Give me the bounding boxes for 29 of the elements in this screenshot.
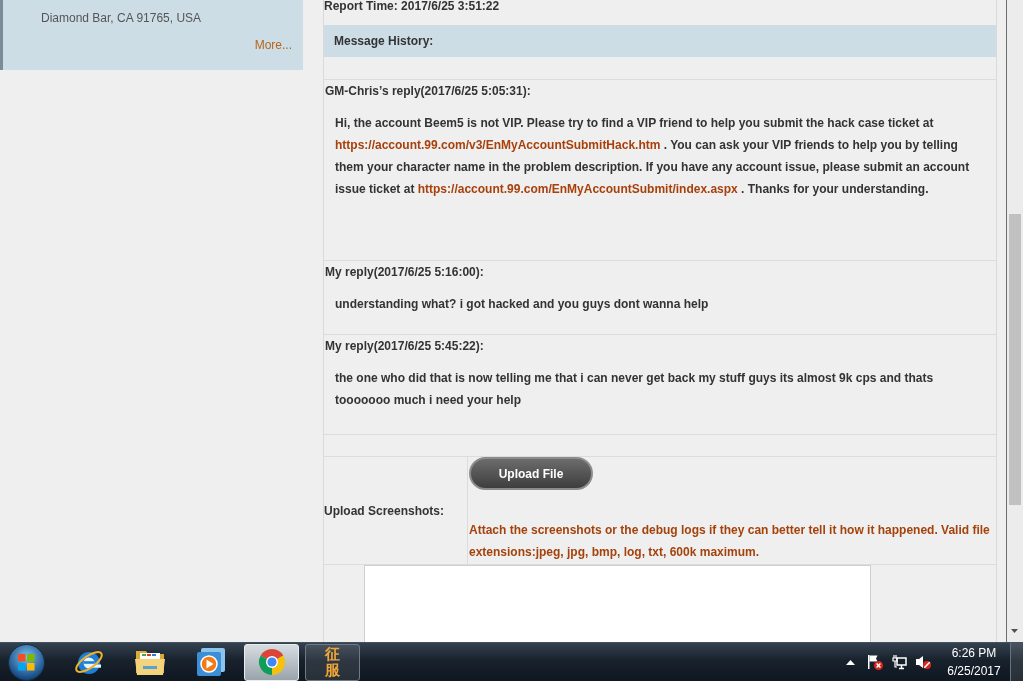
caret-up-icon[interactable] bbox=[846, 659, 855, 665]
scrollbar-thumb[interactable] bbox=[1009, 214, 1021, 505]
network-icon[interactable] bbox=[892, 654, 907, 670]
taskbar-button[interactable] bbox=[244, 643, 299, 681]
more-link[interactable]: More... bbox=[254, 38, 292, 52]
reply-header: My reply(2017/6/25 5:45:22): bbox=[325, 338, 484, 355]
reply-header: My reply(2017/6/25 5:16:00): bbox=[325, 264, 484, 281]
message-text: Hi, the account Beem5 is not VIP. Please try to find a VIP friend to help you submit the hack case ticket at https://account.99.com/v3/EnMyAccountSubmitHack.htm . You can ask your VIP friends to help you by telling them your character name in the problem description. If you have any account issue, please submit an account issue ticket at https://account.99.com/EnMyAccountSubmit/index.aspx . Thanks for your understanding. bbox=[335, 115, 971, 198]
show-desktop-button[interactable] bbox=[1010, 643, 1023, 681]
clock-date: 6/25/2017 bbox=[947, 663, 1001, 680]
taskbar-button[interactable]: 征服 bbox=[305, 643, 360, 681]
section-title: Message History: bbox=[334, 34, 434, 48]
link[interactable]: https://account.99.com/EnMyAccountSubmit/index.aspx bbox=[417, 182, 738, 196]
play-tile-icon[interactable] bbox=[195, 647, 226, 677]
flag-icon[interactable] bbox=[867, 654, 883, 670]
field-label: Upload Screenshots: bbox=[324, 503, 445, 518]
clock-time: 6:26 PM bbox=[951, 645, 997, 662]
reply-header: GM-Chris’s reply(2017/6/25 5:05:31): bbox=[325, 83, 531, 100]
report-time: Report Time: 2017/6/25 3:51:22 bbox=[324, 0, 500, 13]
start-orb-icon[interactable] bbox=[8, 643, 45, 681]
arrow-down-icon[interactable] bbox=[1011, 629, 1018, 633]
message-text: understanding what? i got hacked and you guys dont wanna help bbox=[335, 296, 710, 313]
hint-text: Attach the screenshots or the debug logs if they can better tell it how it happened. Valid file extensions:jpeg, jpg, bmp, log, txt, 600k maximum. bbox=[469, 522, 991, 561]
speaker-icon[interactable] bbox=[915, 654, 931, 670]
segmented-circle-icon bbox=[257, 648, 286, 676]
upload-file-button[interactable]: Upload File bbox=[469, 457, 593, 490]
link[interactable]: https://account.99.com/v3/EnMyAccountSubmitHack.htm bbox=[335, 138, 661, 152]
message-text: the one who did that is now telling me that i can never get back my stuff guys its almost 9k cps and thats tooooooo much i need your help bbox=[335, 370, 935, 409]
address-text: Diamond Bar, CA 91765, USA bbox=[41, 11, 202, 25]
